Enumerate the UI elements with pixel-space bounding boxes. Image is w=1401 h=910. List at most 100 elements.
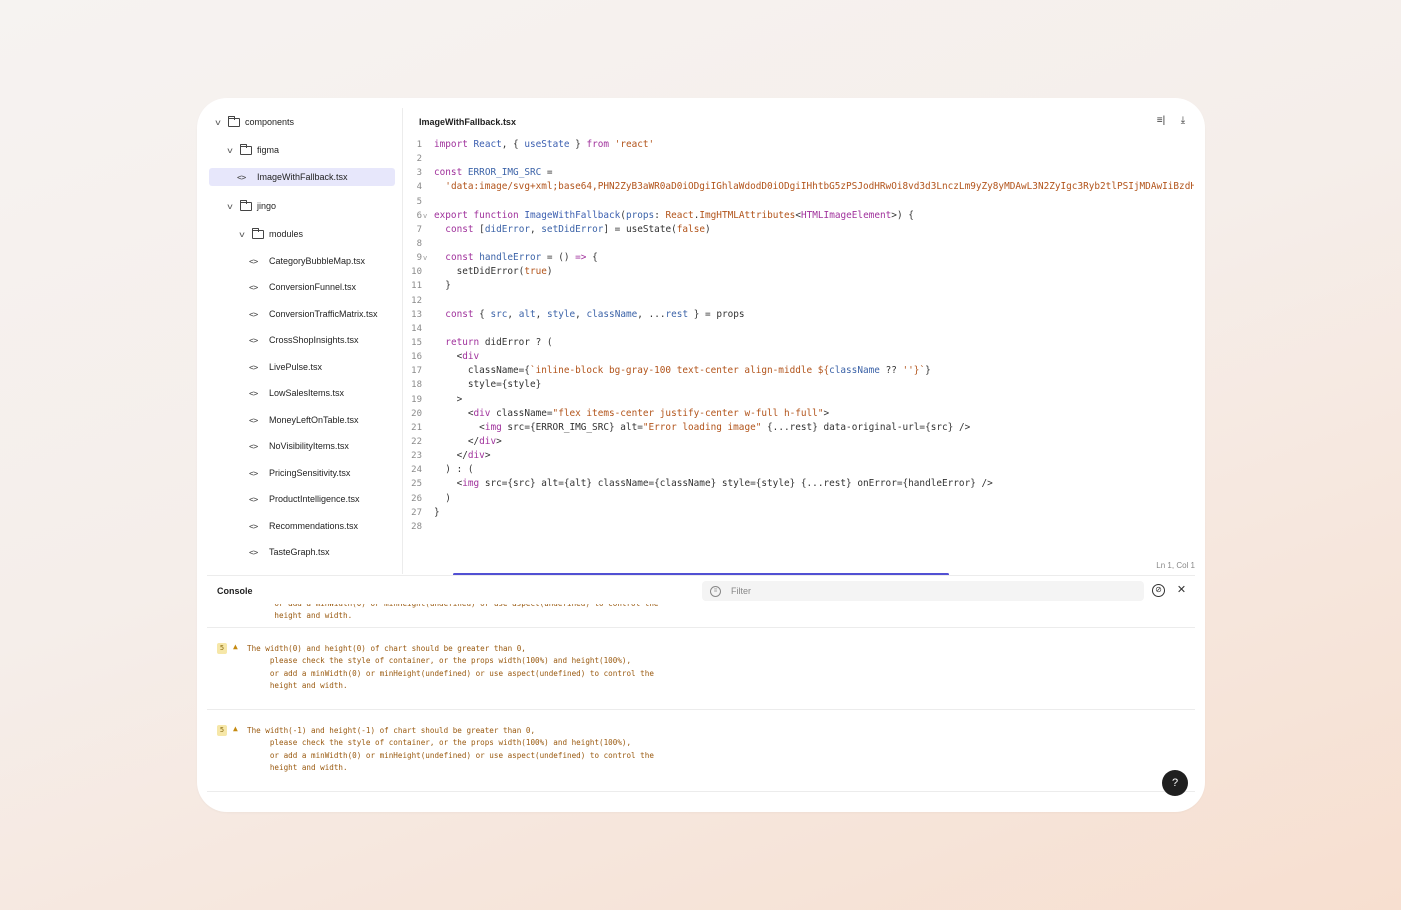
code-line: 23 </div>: [404, 449, 1194, 463]
tree-file[interactable]: <> CrossShopInsights.tsx: [209, 331, 395, 349]
code-line: 18 style={style}: [404, 378, 1194, 392]
code-line: 1 import React, { useState } from 'react': [404, 138, 1194, 152]
code-line: 28: [404, 520, 1194, 534]
code-text: </div>: [434, 435, 502, 447]
code-text: export function ImageWithFallback(props:…: [434, 209, 914, 221]
code-line: 17 className={`inline-block bg-gray-100 …: [404, 364, 1194, 378]
code-line: 14: [404, 322, 1194, 336]
code-viewer-card: v components v figma <> ImageWithFallback.tsx…: [197, 98, 1205, 812]
console-panel: Console ≡ ⊘ ✕ or add a minWidth(0) or mi…: [207, 575, 1195, 812]
tree-file[interactable]: <> Recommendations.tsx: [209, 517, 395, 535]
code-file-icon: <>: [249, 282, 258, 292]
code-line: 24 ) : (: [404, 463, 1194, 477]
code-line: 22 </div>: [404, 435, 1194, 449]
tree-file[interactable]: <> LivePulse.tsx: [209, 358, 395, 376]
fold-chevron-icon[interactable]: v: [423, 251, 427, 265]
chevron-down-icon[interactable]: v: [224, 202, 237, 211]
line-number: 27: [411, 507, 422, 518]
tree-file[interactable]: <> CategoryBubbleMap.tsx: [209, 252, 395, 270]
tree-file[interactable]: <> MoneyLeftOnTable.tsx: [209, 411, 395, 429]
chevron-down-icon[interactable]: v: [224, 146, 237, 155]
line-number: 5: [416, 196, 422, 207]
code-text: const { src, alt, style, className, ...r…: [445, 308, 745, 320]
code-file-icon: <>: [249, 335, 258, 345]
tree-folder[interactable]: v components: [209, 113, 395, 131]
code-file-icon: <>: [249, 362, 258, 372]
help-button[interactable]: ?: [1162, 770, 1188, 796]
tree-file[interactable]: <> ConversionFunnel.tsx: [209, 278, 395, 296]
tree-item-label: modules: [269, 229, 304, 239]
code-line: 16 <div: [404, 350, 1194, 364]
code-file-icon: <>: [237, 172, 246, 182]
tree-file[interactable]: <> TasteGraph.tsx: [209, 543, 395, 561]
repeat-count-badge: 5: [217, 643, 227, 654]
code-file-icon: <>: [249, 494, 258, 504]
tree-folder[interactable]: v modules: [209, 225, 395, 243]
code-line: 6 v export function ImageWithFallback(prop…: [404, 209, 1194, 223]
line-number: 2: [416, 154, 422, 165]
line-number: 8: [416, 238, 422, 249]
code-file-icon: <>: [249, 468, 258, 478]
tree-file[interactable]: <> LowSalesItems.tsx: [209, 384, 395, 402]
code-text: ) : (: [434, 464, 474, 476]
code-file-icon: <>: [249, 388, 258, 398]
tree-item-label: Recommendations.tsx: [269, 521, 359, 531]
format-icon[interactable]: ≡|: [1155, 115, 1167, 127]
code-text: <img src={ERROR_IMG_SRC} alt="Error load…: [434, 421, 971, 433]
console-filter[interactable]: ≡: [702, 581, 1144, 601]
file-tab-title[interactable]: ImageWithFallback.tsx: [419, 117, 516, 127]
code-line: 13 const { src, alt, style, className, .…: [404, 308, 1194, 322]
warning-icon: ▲: [233, 724, 238, 733]
code-line: 11 }: [404, 279, 1194, 293]
clear-console-icon[interactable]: ⊘: [1152, 584, 1165, 597]
console-warning: 5 ▲ The width(0) and height(0) of chart sh…: [207, 628, 1195, 710]
code-text: const ERROR_IMG_SRC =: [434, 167, 553, 179]
code-file-icon: <>: [249, 547, 258, 557]
tree-item-label: LivePulse.tsx: [269, 362, 323, 372]
tree-folder[interactable]: v figma: [209, 141, 395, 159]
code-text: const [didError, setDidError] = useState…: [445, 223, 711, 235]
editor-header: ImageWithFallback.tsx ≡| ⤓: [404, 108, 1205, 136]
line-number: 7: [416, 224, 422, 235]
console-title: Console: [217, 586, 253, 596]
chevron-down-icon[interactable]: v: [236, 230, 249, 239]
line-number: 12: [411, 295, 422, 306]
line-number: 4: [416, 182, 422, 193]
code-text: className={`inline-block bg-gray-100 tex…: [434, 365, 931, 377]
filter-input[interactable]: [731, 586, 1131, 596]
code-text: }: [434, 506, 440, 518]
code-line: 2: [404, 152, 1194, 166]
code-text: ): [434, 492, 451, 504]
code-text: return didError ? (: [445, 336, 553, 348]
folder-icon: [240, 143, 252, 155]
code-area[interactable]: 1 import React, { useState } from 'react'…: [404, 138, 1194, 538]
tree-file[interactable]: <> ConversionTrafficMatrix.tsx: [209, 305, 395, 323]
console-message-partial: or add a minWidth(0) or minHeight(undefi…: [207, 604, 1195, 628]
tree-file[interactable]: <> ProductIntelligence.tsx: [209, 490, 395, 508]
code-text: <div: [434, 351, 480, 363]
download-icon[interactable]: ⤓: [1177, 115, 1189, 127]
tree-item-label: ProductIntelligence.tsx: [269, 494, 360, 504]
line-number: 20: [411, 408, 422, 419]
chevron-down-icon[interactable]: v: [212, 118, 225, 127]
code-line: 20 <div className="flex items-center jus…: [404, 407, 1194, 421]
warning-text: The width(0) and height(0) of chart shou…: [247, 644, 654, 690]
code-line: 8: [404, 237, 1194, 251]
code-text: const handleError = () => {: [445, 252, 598, 264]
tree-folder[interactable]: v jingo: [209, 197, 395, 215]
tree-item-label: TasteGraph.tsx: [269, 547, 330, 557]
warning-icon: ▲: [233, 642, 238, 651]
console-messages: or add a minWidth(0) or minHeight(undefi…: [207, 604, 1195, 812]
tree-file[interactable]: <> PricingSensitivity.tsx: [209, 464, 395, 482]
code-text: style={style}: [434, 379, 542, 391]
fold-chevron-icon[interactable]: v: [423, 209, 427, 223]
code-file-icon: <>: [249, 521, 258, 531]
folder-icon: [228, 115, 240, 127]
tree-item-label: CrossShopInsights.tsx: [269, 335, 359, 345]
line-number: 21: [411, 422, 422, 433]
folder-icon: [252, 227, 264, 239]
tree-file[interactable]: <> NoVisibilityItems.tsx: [209, 437, 395, 455]
code-line: 15 return didError ? (: [404, 336, 1194, 350]
tree-file[interactable]: <> ImageWithFallback.tsx: [209, 168, 395, 186]
close-icon[interactable]: ✕: [1175, 584, 1188, 597]
